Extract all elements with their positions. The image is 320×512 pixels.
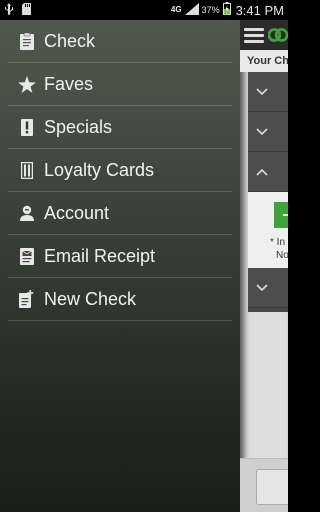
nav-item-email-receipt[interactable]: Email Receipt <box>8 235 232 278</box>
chevron-down-icon <box>256 283 268 291</box>
expanded-panel-body: * In No <box>248 192 288 268</box>
battery-charging-icon <box>222 2 231 18</box>
bottom-action-button[interactable] <box>256 469 288 505</box>
network-type-label: 4G <box>170 5 182 14</box>
nav-label-check: Check <box>44 30 96 51</box>
status-bar: 4G 37% 3:41 PM <box>0 0 288 20</box>
section-header: Your Ch <box>240 50 288 72</box>
email-receipt-icon <box>18 247 36 265</box>
nav-item-account[interactable]: Account <box>8 192 232 235</box>
chevron-down-icon <box>256 127 268 135</box>
app-logo <box>268 28 288 42</box>
exclamation-icon <box>18 118 36 136</box>
receipt-icon <box>18 32 36 50</box>
chevron-up-icon <box>256 168 268 176</box>
cards-icon <box>18 161 36 179</box>
signal-icon <box>184 2 199 18</box>
footnote-line-2: No <box>276 250 288 261</box>
collapsed-row[interactable] <box>248 112 288 152</box>
nav-label-faves: Faves <box>44 73 94 94</box>
navigation-drawer: Check Faves Specials Loyalty Cards Accou… <box>0 20 240 512</box>
nav-item-faves[interactable]: Faves <box>8 63 232 106</box>
check-panel: * In No <box>248 72 288 312</box>
bottom-bar <box>240 458 288 512</box>
footnote-line-1: * In <box>270 237 286 248</box>
nav-label-account: Account <box>44 202 110 223</box>
nav-label-specials: Specials <box>44 116 113 137</box>
nav-label-email-receipt: Email Receipt <box>44 245 156 266</box>
sd-card-icon <box>22 2 31 18</box>
add-button[interactable] <box>274 202 288 228</box>
chevron-down-icon <box>256 87 268 95</box>
nav-label-new-check: New Check <box>44 288 137 309</box>
person-icon <box>18 204 36 222</box>
menu-icon[interactable] <box>244 25 264 46</box>
main-content: Your Ch * In No <box>240 20 288 512</box>
new-check-icon <box>18 290 36 308</box>
collapsed-row[interactable] <box>248 72 288 112</box>
nav-item-loyalty-cards[interactable]: Loyalty Cards <box>8 149 232 192</box>
star-icon <box>18 75 36 93</box>
nav-item-new-check[interactable]: New Check <box>8 278 232 321</box>
usb-icon <box>4 2 14 18</box>
battery-percent: 37% <box>201 5 220 15</box>
nav-label-loyalty-cards: Loyalty Cards <box>44 159 155 180</box>
footnote: * In No <box>270 236 288 262</box>
action-bar <box>240 20 288 50</box>
clock: 3:41 PM <box>235 2 284 18</box>
expanded-row[interactable] <box>248 152 288 192</box>
nav-item-specials[interactable]: Specials <box>8 106 232 149</box>
collapsed-row[interactable] <box>248 268 288 308</box>
nav-item-check[interactable]: Check <box>8 20 232 63</box>
